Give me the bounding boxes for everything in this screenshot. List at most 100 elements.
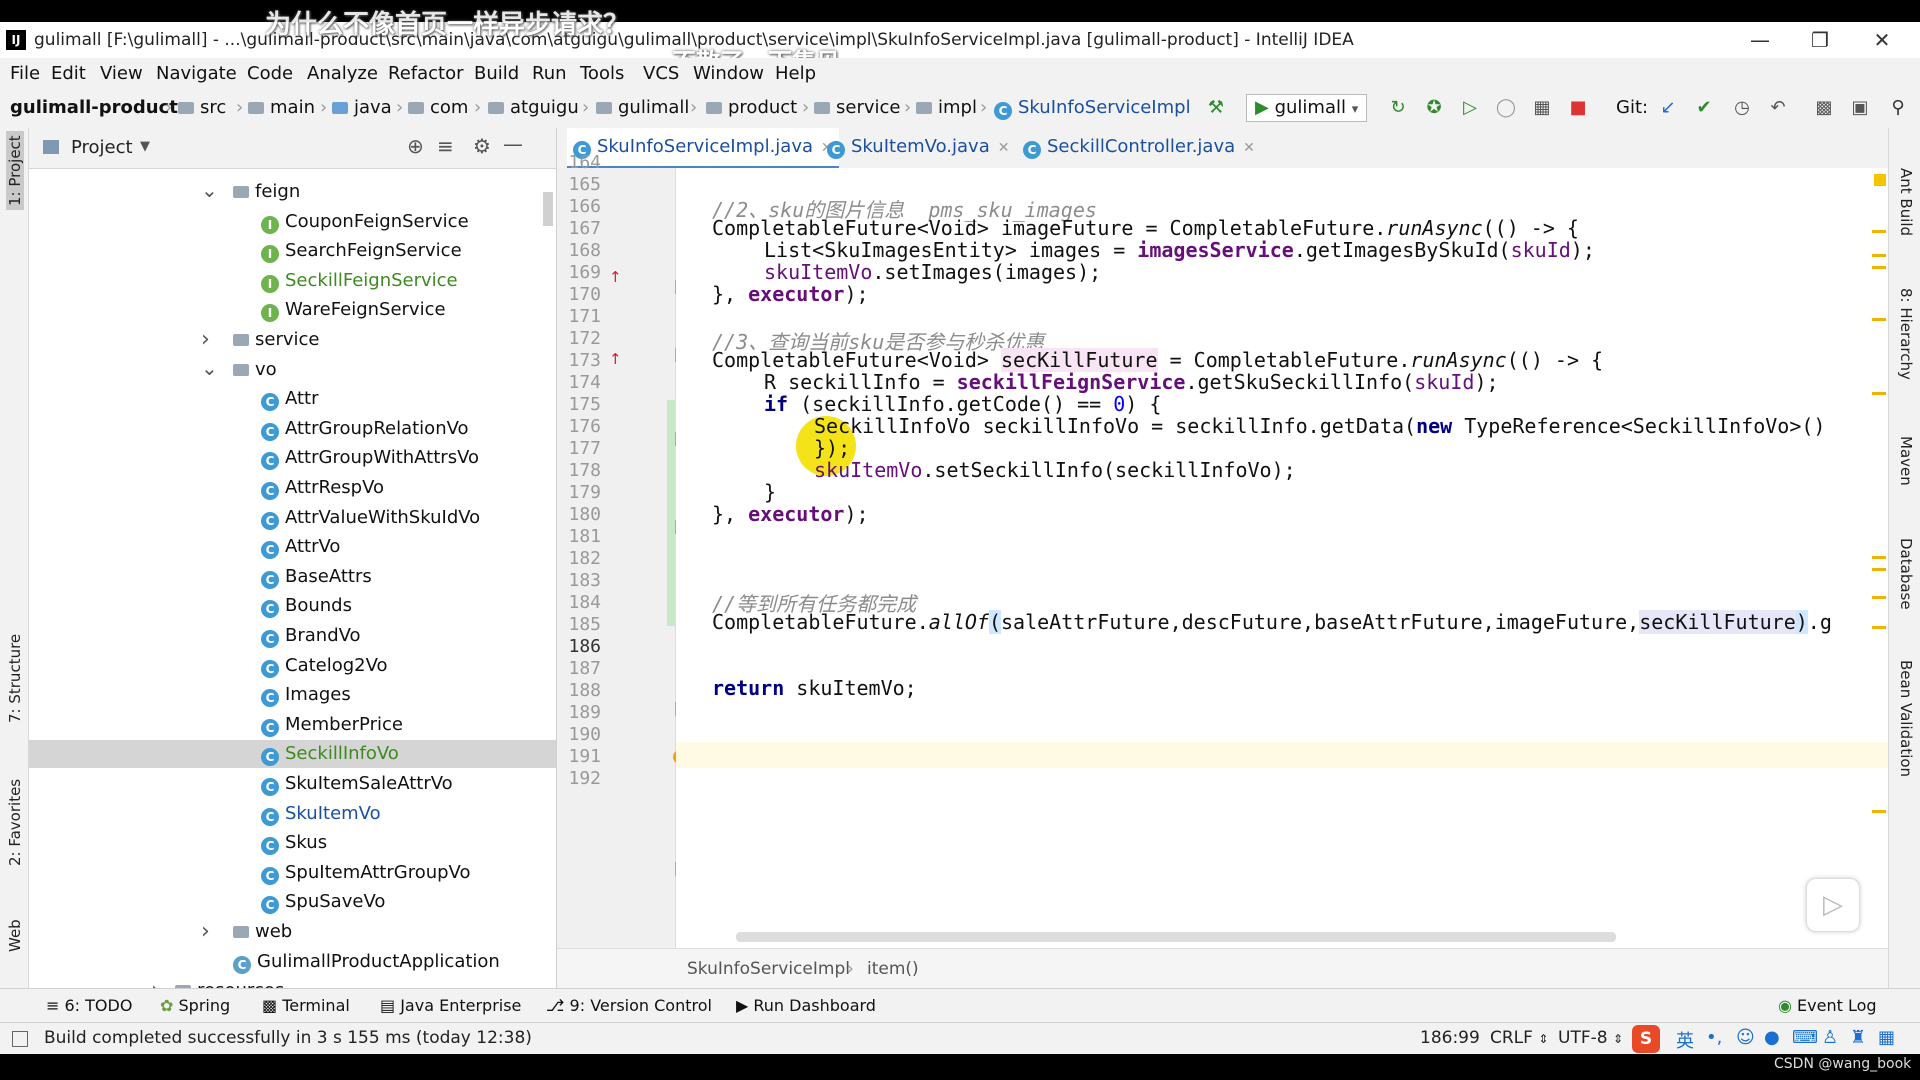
tool-run-dashboard[interactable]: ▶ Run Dashboard [736,996,876,1015]
tree-item[interactable]: ⌄ vo [201,356,277,384]
tool-database[interactable]: Database [1897,538,1915,610]
file-encoding[interactable]: UTF-8 ⇕ [1558,1028,1623,1048]
override-marker-icon[interactable]: ↑ [609,268,622,286]
nav-crumb-main[interactable]: main [248,97,315,118]
tree-item[interactable]: C GulimallProductApplication [233,948,500,976]
ime-user-icon[interactable]: ♙ [1822,1027,1838,1048]
tree-item[interactable]: › service [201,326,319,354]
tree-item[interactable]: C Skus [261,829,327,857]
nav-module[interactable]: gulimall-product [10,97,178,118]
tree-item[interactable]: C AttrGroupWithAttrsVo [261,444,479,472]
tool-ant-build[interactable]: Ant Build [1897,168,1915,236]
tool-java-enterprise[interactable]: ▤ Java Enterprise [380,996,521,1015]
nav-crumb-atguigu[interactable]: atguigu [488,97,579,118]
nav-crumb-gulimall[interactable]: gulimall [596,97,689,118]
close-tab-icon[interactable]: ✕ [1243,140,1255,156]
chevron-down-icon[interactable]: ⌄ [201,176,218,204]
tree-item[interactable]: C SpuSaveVo [261,888,385,916]
tool-maven[interactable]: Maven [1897,436,1915,486]
gear-icon[interactable]: ⚙ [473,134,491,158]
tree-item[interactable]: C SpuItemAttrGroupVo [261,859,470,887]
override-marker-icon[interactable]: ↑ [609,350,622,368]
rerun-icon[interactable]: ↻ [1386,96,1410,120]
menu-build[interactable]: Build [474,63,519,84]
tree-item[interactable]: C SeckillInfoVo [29,740,556,769]
tab-skuitemvo[interactable]: C SkuItemVo.java ✕ [827,128,1009,166]
tree-item[interactable]: C Bounds [261,592,352,620]
error-stripe-marker[interactable] [1872,626,1886,629]
restore-button[interactable]: ❐ [1800,26,1840,54]
error-stripe-marker[interactable] [1872,568,1886,571]
profile-icon[interactable]: ◯ [1494,96,1518,120]
tree-item[interactable]: ⌄ feign [201,178,300,206]
error-stripe-marker[interactable] [1872,392,1886,395]
minimize-button[interactable]: — [1740,26,1780,54]
git-history-icon[interactable]: ◷ [1730,96,1754,120]
tree-item[interactable]: I WareFeignService [261,296,446,324]
hide-panel-icon[interactable]: — [503,132,523,156]
tree-item[interactable]: C SkuItemVo [261,800,381,828]
nav-class[interactable]: C SkuInfoServiceImpl [994,97,1191,120]
presentation-icon[interactable]: ▣ [1848,96,1872,120]
tab-skuinfoserviceimpl[interactable]: CSkuInfoServiceImpl.java✕ [567,128,839,169]
ime-language[interactable]: 英 [1676,1027,1694,1053]
status-message[interactable]: Build completed successfully in 3 s 155 … [44,1028,532,1048]
tree-item[interactable]: I CouponFeignService [261,208,469,236]
menu-view[interactable]: View [100,63,143,84]
tree-item[interactable]: C BrandVo [261,622,361,650]
collapse-all-icon[interactable]: ≡ [437,134,454,158]
breadcrumb-method[interactable]: item() [867,959,919,979]
build-hammer-icon[interactable]: ⚒ [1204,96,1228,120]
tool-favorites[interactable]: 2: Favorites [6,779,24,866]
tree-item[interactable]: I SearchFeignService [261,237,462,265]
tool-hierarchy[interactable]: 8: Hierarchy [1897,288,1915,380]
error-stripe-marker[interactable] [1872,230,1886,233]
ime-mic-icon[interactable]: ● [1764,1027,1780,1048]
caret-position[interactable]: 186:99 [1420,1028,1480,1048]
ime-keyboard-icon[interactable]: ⌨ [1792,1027,1818,1048]
code-editor[interactable]: //2、sku的图片信息 pms_sku_images CompletableF… [676,168,1888,948]
sogou-ime-icon[interactable]: S [1632,1025,1660,1053]
error-stripe-marker[interactable] [1872,810,1886,813]
tool-terminal[interactable]: ▩ Terminal [262,996,350,1015]
tree-item[interactable]: C Attr [261,385,319,413]
breadcrumb-class[interactable]: SkuInfoServiceImpl [687,959,850,979]
scrollbar-thumb[interactable] [543,192,553,226]
attach-icon[interactable]: ▦ [1530,96,1554,120]
menu-file[interactable]: File [10,63,40,84]
menu-run[interactable]: Run [532,63,567,84]
tool-windows-toggle-icon[interactable] [12,1031,28,1047]
menu-code[interactable]: Code [247,63,293,84]
menu-analyze[interactable]: Analyze [307,63,378,84]
error-stripe-marker[interactable] [1872,254,1886,257]
tree-item[interactable]: C Catelog2Vo [261,652,388,680]
git-rollback-icon[interactable]: ↶ [1766,96,1790,120]
run-config-dropdown[interactable]: ▶ gulimall ▾ [1246,94,1368,122]
ime-shirt-icon[interactable]: ♜ [1850,1027,1866,1048]
nav-crumb-java[interactable]: java [332,97,392,118]
ime-emoji-icon[interactable]: ☺ [1736,1027,1755,1048]
tree-item[interactable]: C BaseAttrs [261,563,372,591]
error-stripe-marker[interactable] [1872,596,1886,599]
nav-crumb-service[interactable]: service [814,97,900,118]
tree-item[interactable]: C AttrGroupRelationVo [261,415,469,443]
tree-item[interactable]: I SeckillFeignService [261,267,458,295]
horizontal-scrollbar[interactable] [736,932,1616,942]
play-overlay-icon[interactable]: ▷ [1806,878,1860,932]
menu-vcs[interactable]: VCS [643,63,679,84]
tool-event-log[interactable]: ◉ Event Log [1778,996,1877,1015]
menu-navigate[interactable]: Navigate [156,63,237,84]
project-structure-icon[interactable]: ▩ [1812,96,1836,120]
tree-item[interactable]: C SkuItemSaleAttrVo [261,770,453,798]
chevron-down-icon[interactable]: ⌄ [201,354,218,382]
menu-refactor[interactable]: Refactor [388,63,464,84]
error-stripe-marker[interactable] [1872,556,1886,559]
git-commit-icon[interactable]: ✔ [1692,96,1716,120]
tool-web[interactable]: Web [6,919,24,952]
debug-bug-icon[interactable]: ✪ [1422,96,1446,120]
nav-crumb-impl[interactable]: impl [916,97,977,118]
tool-structure[interactable]: 7: Structure [6,634,24,723]
tree-item[interactable]: C Images [261,681,351,709]
ime-grid-icon[interactable]: ▦ [1878,1027,1895,1048]
tool-todo[interactable]: ≡ 6: TODO [46,996,132,1015]
